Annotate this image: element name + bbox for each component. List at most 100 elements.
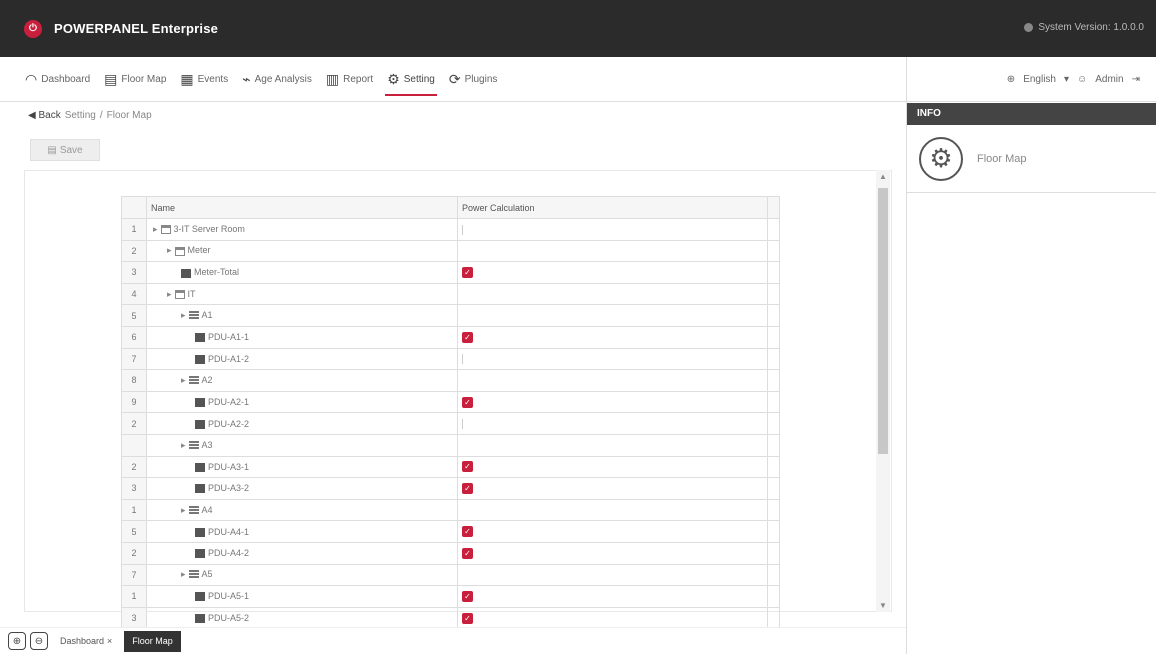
table-row[interactable]: 1 ▸ A4 [121,498,780,522]
node-name-cell[interactable]: PDU-A1-2 [146,347,458,371]
power-calc-checkbox[interactable]: ✓ [462,396,473,408]
node-name-cell[interactable]: ▸ A5 [146,563,458,587]
node-name-cell[interactable]: PDU-A2-2 [146,412,458,435]
table-row[interactable]: 6 PDU-A1-1 ✓ [121,325,780,349]
table-row[interactable]: 3 PDU-A3-2 ✓ [121,477,780,500]
power-calc-checkbox[interactable] [462,354,463,365]
expand-toggle-icon[interactable]: ▸ [167,289,172,299]
expand-toggle-icon[interactable]: ▸ [181,310,186,320]
tab-dashboard[interactable]: Dashboard × [52,631,120,652]
table-row[interactable]: 2 PDU-A2-2 [121,412,780,435]
nav-setting[interactable]: ⚙ Setting [385,57,437,102]
table-row[interactable]: 8 ▸ A2 [121,369,780,392]
nav-events[interactable]: ▦ Events [180,57,228,102]
row-number: 7 [121,347,147,371]
power-calc-checkbox[interactable]: ✓ [462,482,473,494]
table-row[interactable]: 3 PDU-A5-2 ✓ [121,606,780,630]
rack-icon [188,311,199,321]
table-row[interactable]: ▸ A3 [121,433,780,457]
zoom-out-icon[interactable]: ⊖ [30,632,48,650]
table-row[interactable]: 5 PDU-A4-1 ✓ [121,520,780,543]
power-calc-checkbox[interactable]: ✓ [462,612,473,624]
tab-floor-map-label: Floor Map [132,636,173,646]
power-calc-cell: ✓ [457,261,768,284]
table-row[interactable]: 2 PDU-A3-1 ✓ [121,455,780,479]
power-calc-checkbox[interactable]: ✓ [462,267,473,279]
info-icon [1024,23,1034,32]
node-name-cell[interactable]: PDU-A1-1 [146,325,458,349]
node-name-cell[interactable]: ▸ Meter [146,239,458,263]
power-calc-checkbox[interactable]: ✓ [462,331,473,343]
node-name-cell[interactable]: Meter-Total [146,261,458,284]
node-name-cell[interactable]: PDU-A5-2 [146,606,458,630]
tab-floor-map[interactable]: Floor Map [124,630,181,652]
node-name-cell[interactable]: ▸ 3-IT Server Room [146,218,458,241]
row-filler [767,304,780,327]
scrollbar-thumb[interactable] [878,188,888,454]
table-row[interactable]: 3 Meter-Total ✓ [121,261,780,284]
node-name-cell[interactable]: ▸ A2 [146,369,458,392]
events-icon: ▦ [180,70,194,87]
scroll-down-icon[interactable]: ▼ [876,601,890,610]
expand-toggle-icon[interactable]: ▸ [181,569,186,579]
tab-dashboard-label: Dashboard [60,636,105,646]
power-calc-checkbox[interactable]: ✓ [462,461,473,473]
vertical-scrollbar[interactable]: ▲ ▼ [876,170,890,612]
nav-dashboard[interactable]: ◠ Dashboard [25,57,90,102]
power-calc-checkbox[interactable]: ✓ [462,547,473,559]
power-calc-checkbox[interactable] [462,418,463,429]
expand-toggle-icon[interactable]: ▸ [153,224,158,234]
expand-toggle-icon[interactable]: ▸ [181,440,186,450]
node-name-cell[interactable]: ▸ A1 [146,304,458,327]
scroll-up-icon[interactable]: ▲ [876,172,890,181]
node-name-cell[interactable]: ▸ IT [146,282,458,306]
table-row[interactable]: 1 PDU-A5-1 ✓ [121,585,780,608]
table-row[interactable]: 7 PDU-A1-2 [121,347,780,371]
user-name[interactable]: Admin [1095,74,1123,85]
row-filler [767,498,780,522]
power-calc-checkbox[interactable]: ✓ [462,590,473,602]
table-row[interactable]: 5 ▸ A1 [121,304,780,327]
expand-toggle-icon[interactable]: ▸ [167,245,172,255]
node-name: PDU-A3-1 [208,461,250,472]
breadcrumb-item-setting[interactable]: Setting [65,110,96,121]
node-name-cell[interactable]: PDU-A4-2 [146,541,458,565]
chevron-down-icon[interactable]: ▾ [1064,74,1069,85]
rack-icon [188,440,199,450]
name-column-header[interactable]: Name [146,196,458,219]
nav-floor-map[interactable]: ▤ Floor Map [104,57,166,102]
nav-report[interactable]: ▥ Report [326,57,373,102]
nav-age-analysis[interactable]: ⌁ Age Analysis [242,57,312,102]
power-calc-column-header[interactable]: Power Calculation [457,196,768,219]
back-link[interactable]: ◀ Back [28,110,61,121]
save-button[interactable]: ▤ Save [30,139,100,161]
node-name-cell[interactable]: ▸ A4 [146,498,458,522]
nav-plugins[interactable]: ⟳ Plugins [449,57,498,102]
power-calc-cell: ✓ [457,585,768,608]
table-row[interactable]: 7 ▸ A5 [121,563,780,587]
node-name-cell[interactable]: PDU-A2-1 [146,390,458,414]
node-name-cell[interactable]: PDU-A5-1 [146,585,458,608]
close-icon[interactable]: × [107,636,112,646]
zoom-in-icon[interactable]: ⊕ [8,632,26,650]
node-name-cell[interactable]: ▸ A3 [146,433,458,457]
language-select[interactable]: English [1023,74,1056,85]
row-filler [767,520,780,543]
table-row[interactable]: 2 ▸ Meter [121,239,780,263]
folder-icon [174,289,185,299]
table-row[interactable]: 2 PDU-A4-2 ✓ [121,541,780,565]
row-number: 2 [121,412,147,435]
node-name-cell[interactable]: PDU-A4-1 [146,520,458,543]
table-row[interactable]: 4 ▸ IT [121,282,780,306]
expand-toggle-icon[interactable]: ▸ [181,375,186,385]
logout-icon[interactable]: ⇥ [1132,74,1140,85]
table-row[interactable]: 9 PDU-A2-1 ✓ [121,390,780,414]
node-name-cell[interactable]: PDU-A3-2 [146,477,458,500]
table-row[interactable]: 1 ▸ 3-IT Server Room [121,218,780,241]
row-filler [767,433,780,457]
power-calc-checkbox[interactable] [462,224,463,235]
power-calc-checkbox[interactable]: ✓ [462,526,473,538]
node-name-cell[interactable]: PDU-A3-1 [146,455,458,479]
expand-toggle-icon[interactable]: ▸ [181,505,186,515]
power-calc-cell: ✓ [457,541,768,565]
